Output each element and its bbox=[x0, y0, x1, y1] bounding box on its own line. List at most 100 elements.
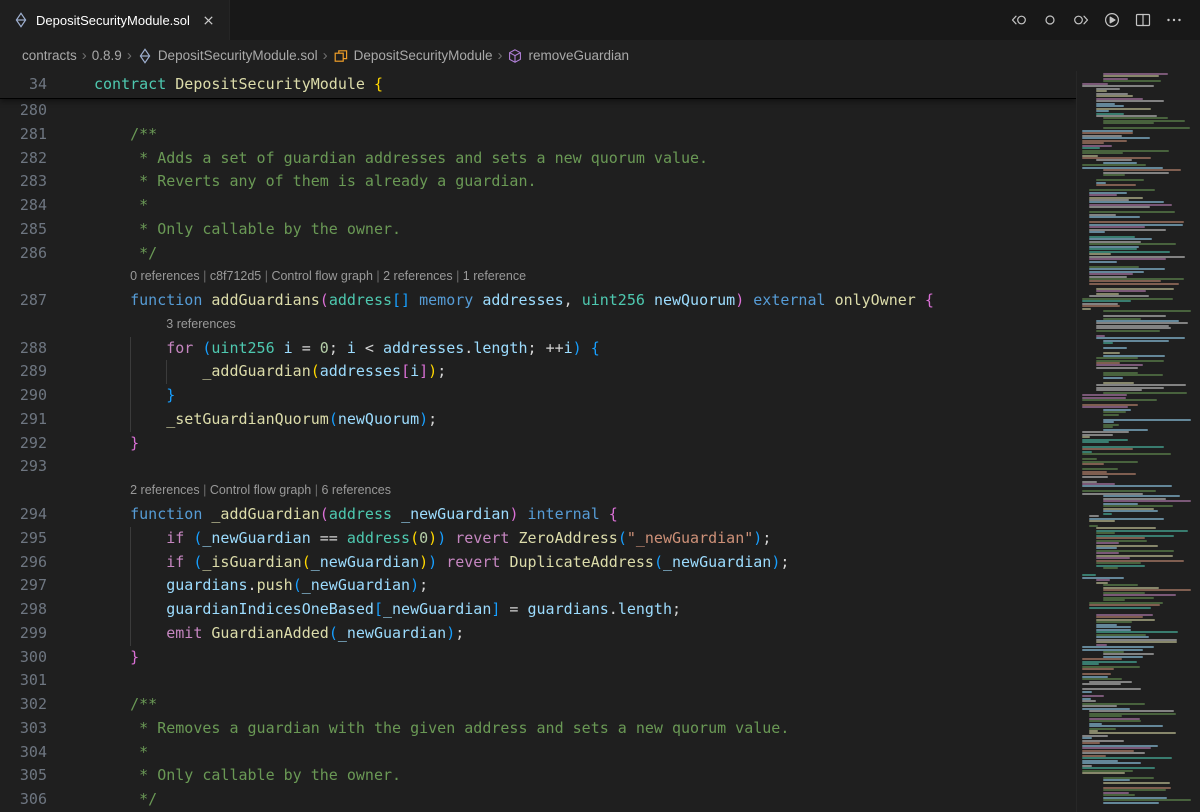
code-line[interactable]: 304 * bbox=[0, 741, 1076, 765]
code-line[interactable]: 280 bbox=[0, 99, 1076, 123]
nav-forward-icon[interactable] bbox=[1067, 7, 1095, 33]
code-line[interactable]: 303 * Removes a guardian with the given … bbox=[0, 717, 1076, 741]
code-line[interactable]: 298 guardianIndicesOneBased[_newGuardian… bbox=[0, 598, 1076, 622]
code-line[interactable]: 306 */ bbox=[0, 788, 1076, 812]
line-number[interactable]: 280 bbox=[0, 99, 47, 123]
code-line[interactable]: 291 _setGuardianQuorum(newQuorum); bbox=[0, 408, 1076, 432]
code-line[interactable]: 301 bbox=[0, 669, 1076, 693]
code-line[interactable]: 294 function _addGuardian(address _newGu… bbox=[0, 503, 1076, 527]
code-line[interactable]: 282 * Adds a set of guardian addresses a… bbox=[0, 147, 1076, 171]
minimap-line bbox=[1096, 95, 1133, 97]
codelens-link[interactable]: 2 references bbox=[383, 269, 452, 283]
line-number[interactable]: 293 bbox=[0, 455, 47, 479]
tab-bar: DepositSecurityModule.sol bbox=[0, 0, 1200, 40]
minimap-line bbox=[1096, 384, 1186, 386]
line-number[interactable]: 302 bbox=[0, 693, 47, 717]
line-number[interactable]: 305 bbox=[0, 764, 47, 788]
line-number[interactable]: 281 bbox=[0, 123, 47, 147]
code-line[interactable]: 286 */ bbox=[0, 242, 1076, 266]
minimap-line bbox=[1103, 122, 1154, 124]
code-line[interactable]: 284 * bbox=[0, 194, 1076, 218]
code-line[interactable]: 290 } bbox=[0, 384, 1076, 408]
code-line[interactable]: 296 if (_isGuardian(_newGuardian)) rever… bbox=[0, 551, 1076, 575]
breadcrumb-item[interactable]: contracts bbox=[22, 48, 77, 63]
line-number[interactable]: 288 bbox=[0, 337, 47, 361]
code-line[interactable]: 287 function addGuardians(address[] memo… bbox=[0, 289, 1076, 313]
codelens-link[interactable]: Control flow graph bbox=[271, 269, 372, 283]
line-number[interactable]: 296 bbox=[0, 551, 47, 575]
line-number[interactable]: 303 bbox=[0, 717, 47, 741]
line-number[interactable]: 289 bbox=[0, 360, 47, 384]
line-number[interactable]: 297 bbox=[0, 574, 47, 598]
codelens-link[interactable]: 6 references bbox=[321, 483, 390, 497]
line-number[interactable]: 298 bbox=[0, 598, 47, 622]
breadcrumb-item[interactable]: removeGuardian bbox=[528, 48, 629, 63]
line-number[interactable]: 299 bbox=[0, 622, 47, 646]
breadcrumb-item[interactable]: DepositSecurityModule bbox=[354, 48, 493, 63]
minimap-line bbox=[1096, 90, 1107, 92]
codelens-link[interactable]: 3 references bbox=[166, 317, 235, 331]
line-number[interactable]: 285 bbox=[0, 218, 47, 242]
minimap-line bbox=[1103, 419, 1191, 421]
minimap-line bbox=[1103, 340, 1169, 342]
line-number[interactable]: 295 bbox=[0, 527, 47, 551]
line-number[interactable]: 301 bbox=[0, 669, 47, 693]
line-number[interactable]: 34 bbox=[0, 71, 47, 98]
nav-back-icon[interactable] bbox=[1005, 7, 1033, 33]
code-line[interactable]: 305 * Only callable by the owner. bbox=[0, 764, 1076, 788]
code-line[interactable]: 292 } bbox=[0, 432, 1076, 456]
line-number[interactable]: 287 bbox=[0, 289, 47, 313]
minimap-line bbox=[1082, 747, 1151, 749]
code-line[interactable]: 299 emit GuardianAdded(_newGuardian); bbox=[0, 622, 1076, 646]
indent-guide bbox=[130, 551, 131, 575]
code-line[interactable]: 295 if (_newGuardian == address(0)) reve… bbox=[0, 527, 1076, 551]
line-number[interactable]: 283 bbox=[0, 170, 47, 194]
code-line[interactable]: 289 _addGuardian(addresses[i]); bbox=[0, 360, 1076, 384]
breadcrumb-item[interactable]: 0.8.9 bbox=[92, 48, 122, 63]
code-text: * Removes a guardian with the given addr… bbox=[94, 719, 789, 737]
codelens-link[interactable]: 2 references bbox=[130, 483, 199, 497]
line-number[interactable]: 300 bbox=[0, 646, 47, 670]
breadcrumb-item[interactable]: DepositSecurityModule.sol bbox=[158, 48, 318, 63]
code-line[interactable]: 288 for (uint256 i = 0; i < addresses.le… bbox=[0, 337, 1076, 361]
code-line[interactable]: 34 contract DepositSecurityModule { bbox=[0, 71, 1076, 98]
line-number[interactable]: 291 bbox=[0, 408, 47, 432]
code-text: * Adds a set of guardian addresses and s… bbox=[94, 149, 708, 167]
line-number[interactable]: 304 bbox=[0, 741, 47, 765]
code-text: contract DepositSecurityModule { bbox=[94, 75, 383, 93]
code-line[interactable]: 281 /** bbox=[0, 123, 1076, 147]
line-number[interactable]: 292 bbox=[0, 432, 47, 456]
codelens-link[interactable]: 1 reference bbox=[463, 269, 526, 283]
code-line[interactable]: 297 guardians.push(_newGuardian); bbox=[0, 574, 1076, 598]
line-number[interactable]: 290 bbox=[0, 384, 47, 408]
codelens-link[interactable]: Control flow graph bbox=[210, 483, 311, 497]
editor-tab[interactable]: DepositSecurityModule.sol bbox=[0, 0, 230, 40]
codelens-separator: | bbox=[311, 483, 321, 497]
minimap-line bbox=[1082, 468, 1118, 470]
code-line[interactable]: 302 /** bbox=[0, 693, 1076, 717]
line-number[interactable]: 282 bbox=[0, 147, 47, 171]
tab-close-icon[interactable] bbox=[199, 10, 219, 30]
minimap-line bbox=[1082, 436, 1090, 438]
line-number[interactable]: 306 bbox=[0, 788, 47, 812]
minimap-line bbox=[1096, 542, 1119, 544]
minimap-line bbox=[1089, 206, 1150, 208]
split-editor-icon[interactable] bbox=[1129, 7, 1157, 33]
line-number[interactable]: 294 bbox=[0, 503, 47, 527]
code-line[interactable]: 300 } bbox=[0, 646, 1076, 670]
codelens-link[interactable]: 0 references bbox=[130, 269, 199, 283]
more-actions-icon[interactable] bbox=[1160, 7, 1188, 33]
line-number[interactable]: 284 bbox=[0, 194, 47, 218]
run-or-debug-icon[interactable] bbox=[1098, 7, 1126, 33]
minimap[interactable] bbox=[1076, 71, 1200, 812]
code-line[interactable]: 285 * Only callable by the owner. bbox=[0, 218, 1076, 242]
line-number[interactable]: 286 bbox=[0, 242, 47, 266]
minimap-line bbox=[1103, 310, 1191, 312]
nav-middle-icon[interactable] bbox=[1036, 7, 1064, 33]
minimap-line bbox=[1082, 441, 1109, 443]
code-line[interactable]: 293 bbox=[0, 455, 1076, 479]
codelens-link[interactable]: c8f712d5 bbox=[210, 269, 261, 283]
code-line[interactable]: 283 * Reverts any of them is already a g… bbox=[0, 170, 1076, 194]
minimap-line bbox=[1082, 308, 1091, 310]
sticky-scroll-line[interactable]: 34 contract DepositSecurityModule { bbox=[0, 71, 1076, 99]
